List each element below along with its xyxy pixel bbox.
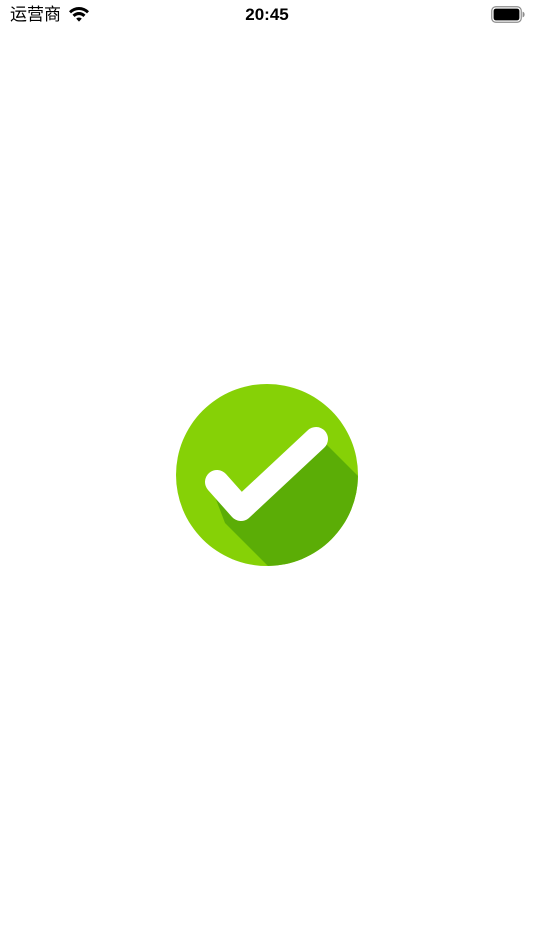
battery-full-icon	[491, 6, 525, 23]
screen: 运营商 20:45	[0, 0, 534, 950]
status-time: 20:45	[245, 5, 289, 24]
check-circle-icon	[176, 384, 358, 566]
status-bar: 运营商 20:45	[0, 0, 534, 30]
